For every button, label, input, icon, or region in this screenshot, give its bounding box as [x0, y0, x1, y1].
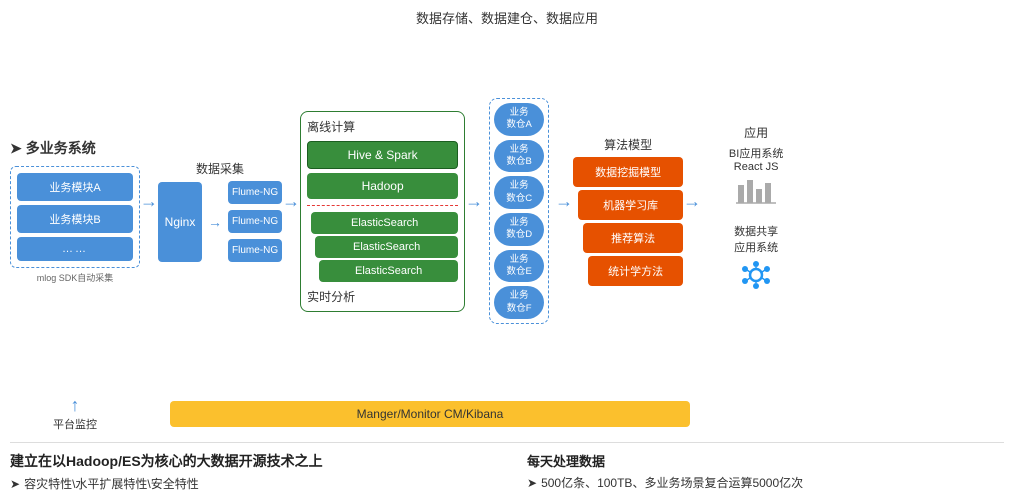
multi-biz-section: ➤ 多业务系统 业务模块A 业务模块B …… mlog SDK自动采集 — [10, 138, 140, 284]
platform-monitor-label: 平台监控 — [53, 416, 97, 432]
es-box-2: ElasticSearch — [315, 236, 458, 258]
algo-box-4: 统计学方法 — [588, 256, 683, 286]
hive-spark-box: Hive & Spark — [307, 141, 458, 169]
arrow-right-icon-6: → — [683, 191, 701, 212]
main-container: 数据存储、数据建仓、数据应用 ➤ 多业务系统 业务模块A 业务模块B …… ml… — [0, 0, 1014, 500]
bottom-right-main: 每天处理数据 — [527, 451, 1004, 470]
realtime-label: 实时分析 — [307, 288, 458, 305]
data-share-app: 数据共享应用系统 — [734, 223, 778, 298]
arrow-6: → — [683, 191, 701, 232]
nginx-flume-row: Nginx → Flume-NG Flume-NG Flume-NG — [158, 181, 282, 262]
top-label: 数据存储、数据建仓、数据应用 — [10, 8, 1004, 27]
es-group: ElasticSearch ElasticSearch ElasticSearc… — [307, 212, 458, 282]
bi-icon — [736, 175, 776, 211]
data-collect-section: 数据采集 Nginx → Flume-NG Flume-NG Flume-NG — [158, 160, 282, 262]
flume-box-1: Flume-NG — [228, 181, 282, 204]
algo-box-2: 机器学习库 — [578, 190, 683, 220]
warehouse-border: 业务数仓A 业务数仓B 业务数仓C 业务数仓D 业务数仓E 业务数仓F — [489, 98, 549, 324]
bi-text: BI应用系统React JS — [729, 145, 783, 173]
bottom-right-sub: ➤ 500亿条、100TB、多业务场景复合运算5000亿次 — [527, 474, 1004, 491]
offline-title: 离线计算 — [307, 118, 458, 135]
bottom-right: 每天处理数据 ➤ 500亿条、100TB、多业务场景复合运算5000亿次 — [527, 451, 1004, 492]
biz-module-b: 业务模块B — [17, 205, 133, 233]
biz-modules-container: 业务模块A 业务模块B …… — [10, 166, 140, 268]
bottom-left: 建立在以Hadoop/ES为核心的大数据开源技术之上 ➤ 容灾特性\水平扩展特性… — [10, 451, 487, 492]
arrow-3: → — [282, 191, 300, 232]
app-top: BI应用系统React JS 数据共享应用系统 — [701, 145, 811, 298]
biz-module-dots: …… — [17, 237, 133, 261]
monitor-bar: Manger/Monitor CM/Kibana — [170, 401, 690, 427]
arrow-right-icon-5: → — [555, 191, 573, 212]
data-share-text: 数据共享应用系统 — [734, 223, 778, 255]
hadoop-box: Hadoop — [307, 173, 458, 199]
bullet-arrow-icon-2: ➤ — [527, 476, 537, 490]
wh-item-a: 业务数仓A — [494, 103, 544, 136]
architecture-diagram: ➤ 多业务系统 业务模块A 业务模块B …… mlog SDK自动采集 → 数据… — [10, 33, 1004, 389]
bottom-section: 建立在以Hadoop/ES为核心的大数据开源技术之上 ➤ 容灾特性\水平扩展特性… — [10, 442, 1004, 492]
arrow-right-icon: → — [140, 191, 158, 212]
arrow-right-icon-4: → — [465, 191, 483, 212]
bottom-left-main: 建立在以Hadoop/ES为核心的大数据开源技术之上 — [10, 451, 487, 471]
up-arrow-container: ↑ 平台监控 — [10, 395, 140, 432]
warehouse-section: 业务数仓A 业务数仓B 业务数仓C 业务数仓D 业务数仓E 业务数仓F — [483, 98, 555, 324]
flume-box-3: Flume-NG — [228, 239, 282, 262]
bottom-left-sub: ➤ 容灾特性\水平扩展特性\安全特性 — [10, 475, 487, 492]
wh-item-b: 业务数仓B — [494, 140, 544, 173]
wh-item-d: 业务数仓D — [494, 213, 544, 246]
arrow-right-icon-3: → — [282, 191, 300, 212]
mlog-label: mlog SDK自动采集 — [10, 271, 140, 284]
offline-realtime-wrapper: 离线计算 Hive & Spark Hadoop ElasticSearch E… — [300, 111, 465, 312]
up-arrow: ↑ 平台监控 — [53, 395, 97, 432]
arrow-4: → — [465, 191, 483, 232]
biz-module-a: 业务模块A — [17, 173, 133, 201]
algo-box-1: 数据挖掘模型 — [573, 157, 683, 187]
arrow-1: → — [140, 191, 158, 232]
wh-item-e: 业务数仓E — [494, 250, 544, 283]
flume-box-2: Flume-NG — [228, 210, 282, 233]
arrow-icon-2: → — [208, 214, 222, 230]
share-icon — [736, 257, 776, 298]
divider — [307, 205, 458, 206]
algo-box-3: 推荐算法 — [583, 223, 683, 253]
nginx-box: Nginx — [158, 182, 202, 262]
algo-boxes: 数据挖掘模型 机器学习库 推荐算法 统计学方法 — [573, 157, 683, 286]
wh-item-f: 业务数仓F — [494, 286, 544, 319]
bullet-arrow-icon: ➤ — [10, 477, 20, 491]
es-box-3: ElasticSearch — [319, 260, 458, 282]
multi-biz-header: ➤ 多业务系统 — [10, 138, 140, 158]
algo-section: 算法模型 数据挖掘模型 机器学习库 推荐算法 统计学方法 — [573, 136, 683, 286]
wh-item-c: 业务数仓C — [494, 176, 544, 209]
bi-app: BI应用系统React JS — [729, 145, 783, 211]
arrow-bullet-icon: ➤ — [10, 140, 22, 157]
compute-section: 离线计算 Hive & Spark Hadoop ElasticSearch E… — [300, 111, 465, 312]
arrow-5: → — [555, 191, 573, 232]
up-arrow-icon: ↑ — [71, 395, 80, 416]
monitoring-row: ↑ 平台监控 Manger/Monitor CM/Kibana — [10, 395, 1004, 432]
es-box-1: ElasticSearch — [311, 212, 458, 234]
arrow-nginx-flume: → — [206, 214, 224, 230]
app-section: 应用 BI应用系统React JS — [701, 124, 811, 298]
flume-boxes: Flume-NG Flume-NG Flume-NG — [228, 181, 282, 262]
